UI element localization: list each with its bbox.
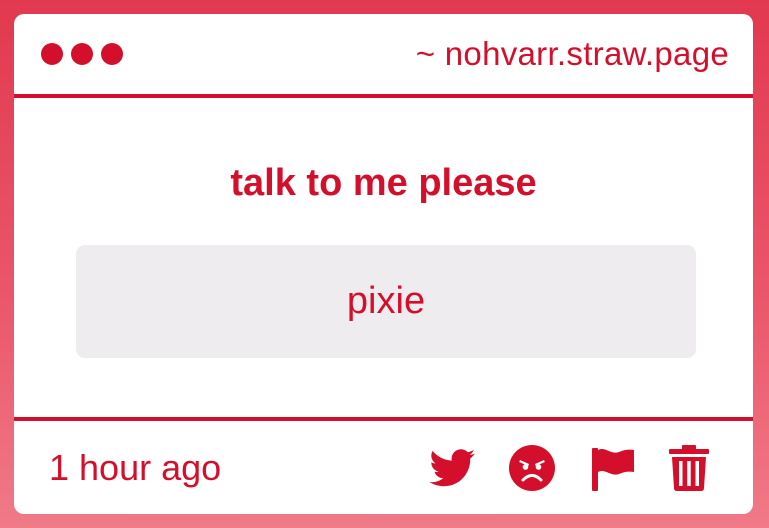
- action-bar: [429, 444, 709, 491]
- answer-text: pixie: [346, 280, 426, 322]
- report-button[interactable]: [589, 445, 635, 491]
- twitter-icon: [429, 448, 475, 486]
- twitter-share-button[interactable]: [429, 448, 475, 487]
- window-dots: [41, 43, 123, 65]
- window-titlebar: ~ nohvarr.straw.page: [14, 14, 753, 94]
- answer-box: pixie: [76, 245, 696, 358]
- card-footer: 1 hour ago: [14, 421, 753, 514]
- site-url[interactable]: ~ nohvarr.straw.page: [416, 35, 729, 73]
- question-text: talk to me please: [230, 162, 537, 204]
- flag-icon: [592, 447, 634, 491]
- message-body: talk to me please pixie: [14, 98, 753, 417]
- react-angry-button[interactable]: [509, 444, 555, 491]
- window-dot: [101, 43, 123, 65]
- message-card: ~ nohvarr.straw.page talk to me please p…: [14, 14, 753, 514]
- window-dot: [41, 43, 63, 65]
- timestamp: 1 hour ago: [49, 446, 222, 488]
- trash-icon: [669, 444, 709, 491]
- angry-face-icon: [509, 444, 555, 491]
- delete-button[interactable]: [669, 444, 709, 491]
- window-dot: [71, 43, 93, 65]
